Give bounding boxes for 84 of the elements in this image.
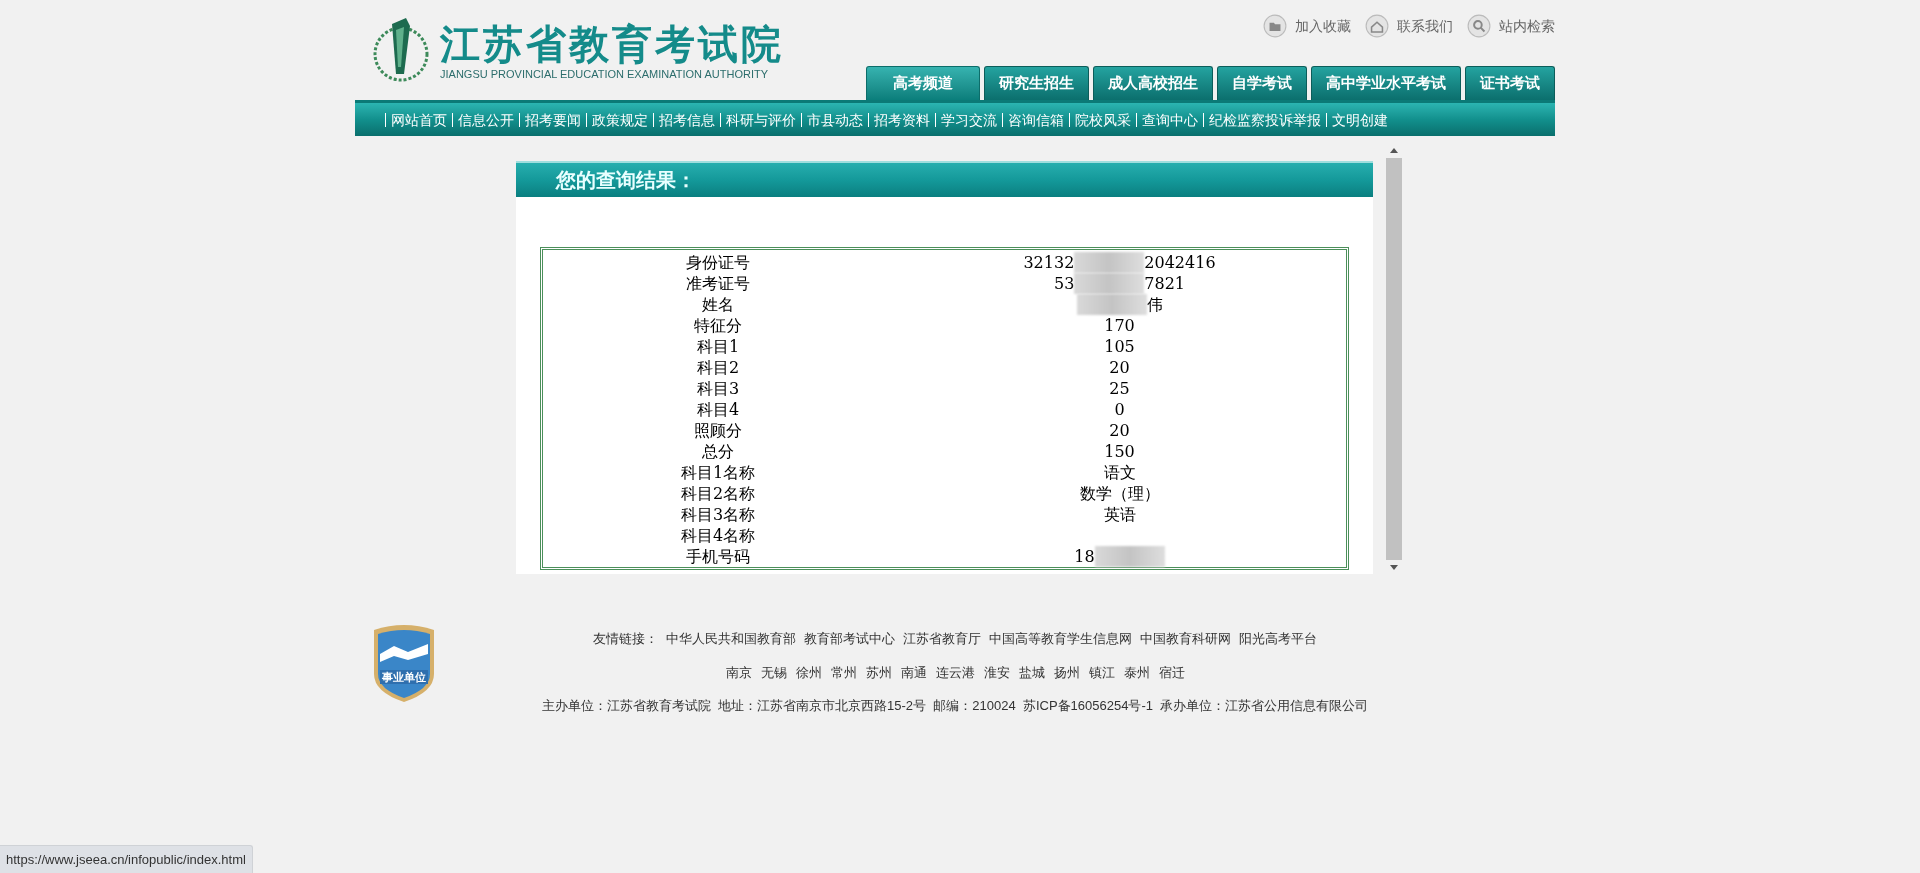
city-link[interactable]: 宿迁 [1158,662,1185,682]
nav-link[interactable]: 学习交流 [935,112,1002,127]
badge-caption: 事业单位 [380,670,428,684]
city-link[interactable]: 苏州 [865,662,892,682]
friend-link[interactable]: 教育部考试中心 [804,629,895,649]
nav-link[interactable]: 招考信息 [653,112,720,127]
field-value: 7821 [1144,273,1186,294]
field-label: 科目4名称 [679,525,757,546]
friend-link[interactable]: 江苏省教育厅 [903,629,981,649]
folder-icon [1263,14,1287,38]
field-value: 0 [1114,399,1125,420]
nav-link[interactable]: 咨询信箱 [1002,112,1069,127]
nav-link[interactable]: 信息公开 [452,112,519,127]
top-link[interactable]: 加入收藏 [1263,14,1351,38]
friend-link[interactable]: 中国教育科研网 [1140,629,1231,649]
field-label: 姓名 [701,294,735,315]
friend-link[interactable]: 中华人民共和国教育部 [666,629,796,649]
field-label: 总分 [701,441,735,462]
field-value: 20 [1109,420,1130,441]
field-value: 伟 [1146,294,1163,315]
field-label: 科目2 [695,357,741,378]
field-value: 25 [1109,378,1130,399]
links-label: 友情链接： [593,630,658,648]
field-label: 身份证号 [685,252,751,273]
field-value: 语文 [1103,462,1136,483]
channel-tab[interactable]: 证书考试 [1465,66,1555,100]
nav-link[interactable]: 招考要闻 [519,112,586,127]
field-label: 科目2名称 [679,483,757,504]
result-title: 您的查询结果： [556,168,696,193]
nav-link[interactable]: 网站首页 [385,112,452,127]
city-link[interactable]: 盐城 [1018,662,1045,682]
city-link[interactable]: 无锡 [760,662,787,682]
field-value: 105 [1104,336,1135,357]
top-link[interactable]: 联系我们 [1365,14,1453,38]
field-label: 科目3 [695,378,741,399]
city-link[interactable]: 镇江 [1088,662,1115,682]
channel-tab[interactable]: 成人高校招生 [1093,66,1213,100]
nav-link[interactable]: 文明创建 [1326,112,1393,127]
city-link[interactable]: 连云港 [935,662,975,682]
field-label: 科目1 [695,336,741,357]
channel-tab[interactable]: 高中学业水平考试 [1311,66,1461,100]
field-label: 手机号码 [685,546,751,567]
friend-link[interactable]: 阳光高考平台 [1239,629,1317,649]
field-value: 数学（理） [1079,483,1160,504]
nav-link[interactable]: 科研与评价 [720,112,801,127]
field-label: 科目4 [695,399,741,420]
field-value: 20 [1109,357,1130,378]
nav-link[interactable]: 招考资料 [868,112,935,127]
city-link[interactable]: 徐州 [795,662,822,682]
top-link[interactable]: 站内检索 [1467,14,1555,38]
nav-link[interactable]: 院校风采 [1069,112,1136,127]
field-value: 2042416 [1144,252,1216,273]
home-icon [1365,14,1389,38]
field-label: 特征分 [693,315,743,336]
field-value: 32132 [1023,252,1075,273]
city-link[interactable]: 淮安 [983,662,1010,682]
field-label: 照顾分 [693,420,743,441]
site-subtitle: JIANGSU PROVINCIAL EDUCATION EXAMINATION AUTHORITY [440,67,769,81]
field-value: 170 [1104,315,1135,336]
field-value: 150 [1104,441,1135,462]
city-link[interactable]: 扬州 [1053,662,1080,682]
city-link[interactable]: 常州 [830,662,857,682]
channel-tab[interactable]: 研究生招生 [984,66,1089,100]
field-label: 准考证号 [685,273,751,294]
scrollbar-thumb[interactable] [1386,158,1402,560]
friend-link[interactable]: 中国高等教育学生信息网 [989,629,1132,649]
city-link[interactable]: 南通 [900,662,927,682]
field-value: 53 [1053,273,1075,294]
field-value: 18 [1074,546,1095,567]
field-value: 英语 [1103,504,1136,525]
field-label: 科目1名称 [679,462,757,483]
status-url: https://www.jseea.cn/infopublic/index.html [0,845,253,873]
field-label: 科目3名称 [679,504,757,525]
search-icon [1467,14,1491,38]
nav-link[interactable]: 纪检监察投诉举报 [1203,112,1326,127]
nav-link[interactable]: 查询中心 [1136,112,1203,127]
channel-tab[interactable]: 高考频道 [866,66,980,100]
city-link[interactable]: 南京 [725,662,752,682]
city-link[interactable]: 泰州 [1123,662,1150,682]
nav-link[interactable]: 市县动态 [801,112,868,127]
footer-info: 主办单位：江苏省教育考试院 地址：江苏省南京市北京西路15-2号 邮编：210024 苏ICP备16056254号-1 承办单位：江苏省公用信息有限公司 [541,697,1369,715]
nav-link[interactable]: 政策规定 [586,112,653,127]
site-title: 江苏省教育考试院 [440,20,784,68]
channel-tab[interactable]: 自学考试 [1217,66,1307,100]
